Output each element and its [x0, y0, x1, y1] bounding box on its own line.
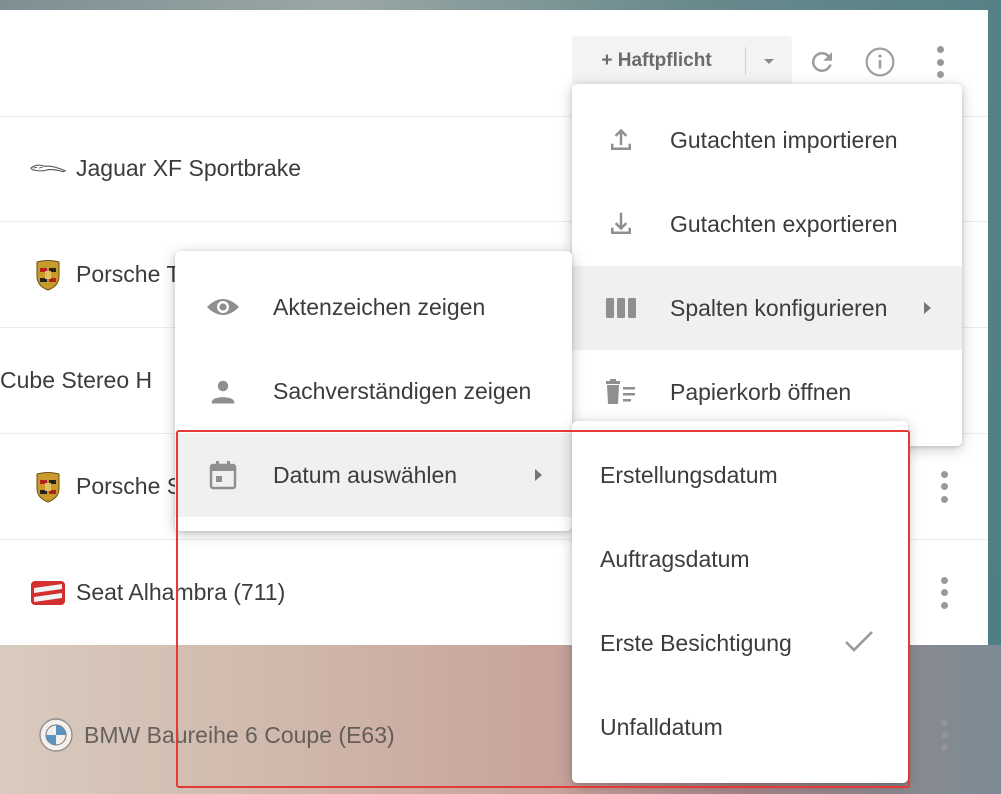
more-vertical-icon: [934, 46, 946, 78]
jaguar-logo: [30, 154, 66, 184]
person-icon: [206, 374, 240, 408]
chevron-right-icon: [535, 469, 542, 481]
menu-item-accident-date[interactable]: Unfalldatum: [572, 685, 908, 769]
row-more-icon[interactable]: [938, 470, 950, 503]
menu-item-show-expert[interactable]: Sachverständigen zeigen: [175, 349, 572, 433]
vehicle-name: Jaguar XF Sportbrake: [76, 155, 302, 181]
vehicle-name: Porsche T: [76, 261, 181, 287]
chevron-right-icon: [924, 302, 931, 314]
checkmark-icon: [845, 631, 873, 652]
info-icon: [865, 47, 895, 77]
download-icon: [604, 207, 638, 241]
refresh-icon: [811, 51, 832, 72]
row-more-icon[interactable]: [938, 719, 950, 751]
vehicle-name: Cube Stereo H: [0, 367, 153, 393]
menu-item-first-inspection[interactable]: Erste Besichtigung: [572, 601, 908, 685]
bmw-logo: [38, 718, 74, 752]
date-submenu: Erstellungsdatum Auftragsdatum Erste Bes…: [572, 421, 908, 783]
menu-item-export[interactable]: Gutachten exportieren: [572, 182, 962, 266]
row-more-icon[interactable]: [938, 576, 950, 609]
caret-down-icon: [764, 58, 774, 64]
options-menu: Gutachten importieren Gutachten exportie…: [572, 84, 962, 446]
more-options-button[interactable]: [924, 46, 956, 78]
vehicle-name: BMW Baureihe 6 Coupe (E63): [84, 721, 395, 748]
menu-item-configure-columns[interactable]: Spalten konfigurieren: [572, 266, 962, 350]
refresh-button[interactable]: [806, 46, 838, 78]
menu-item-order-date[interactable]: Auftragsdatum: [572, 517, 908, 601]
seat-logo: [30, 578, 66, 608]
menu-item-creation-date[interactable]: Erstellungsdatum: [572, 433, 908, 517]
columns-icon: [604, 291, 638, 325]
vehicle-name: Seat Alhambra (711): [76, 579, 286, 605]
menu-item-select-date[interactable]: Datum auswählen: [175, 433, 572, 517]
add-haftpflicht-split-button: + Haftpflicht: [572, 36, 792, 86]
vehicle-name: Porsche S: [76, 473, 183, 499]
menu-item-import[interactable]: Gutachten importieren: [572, 98, 962, 182]
add-options-dropdown-button[interactable]: [746, 36, 792, 86]
calendar-icon: [206, 458, 240, 492]
eye-icon: [206, 290, 240, 324]
porsche-logo: [30, 259, 66, 291]
trash-list-icon: [604, 375, 638, 409]
info-button[interactable]: [864, 46, 896, 78]
menu-item-show-file-number[interactable]: Aktenzeichen zeigen: [175, 265, 572, 349]
upload-icon: [604, 123, 638, 157]
porsche-logo: [30, 471, 66, 503]
add-haftpflicht-button[interactable]: + Haftpflicht: [572, 36, 745, 86]
columns-submenu: Aktenzeichen zeigen Sachverständigen zei…: [175, 251, 572, 531]
